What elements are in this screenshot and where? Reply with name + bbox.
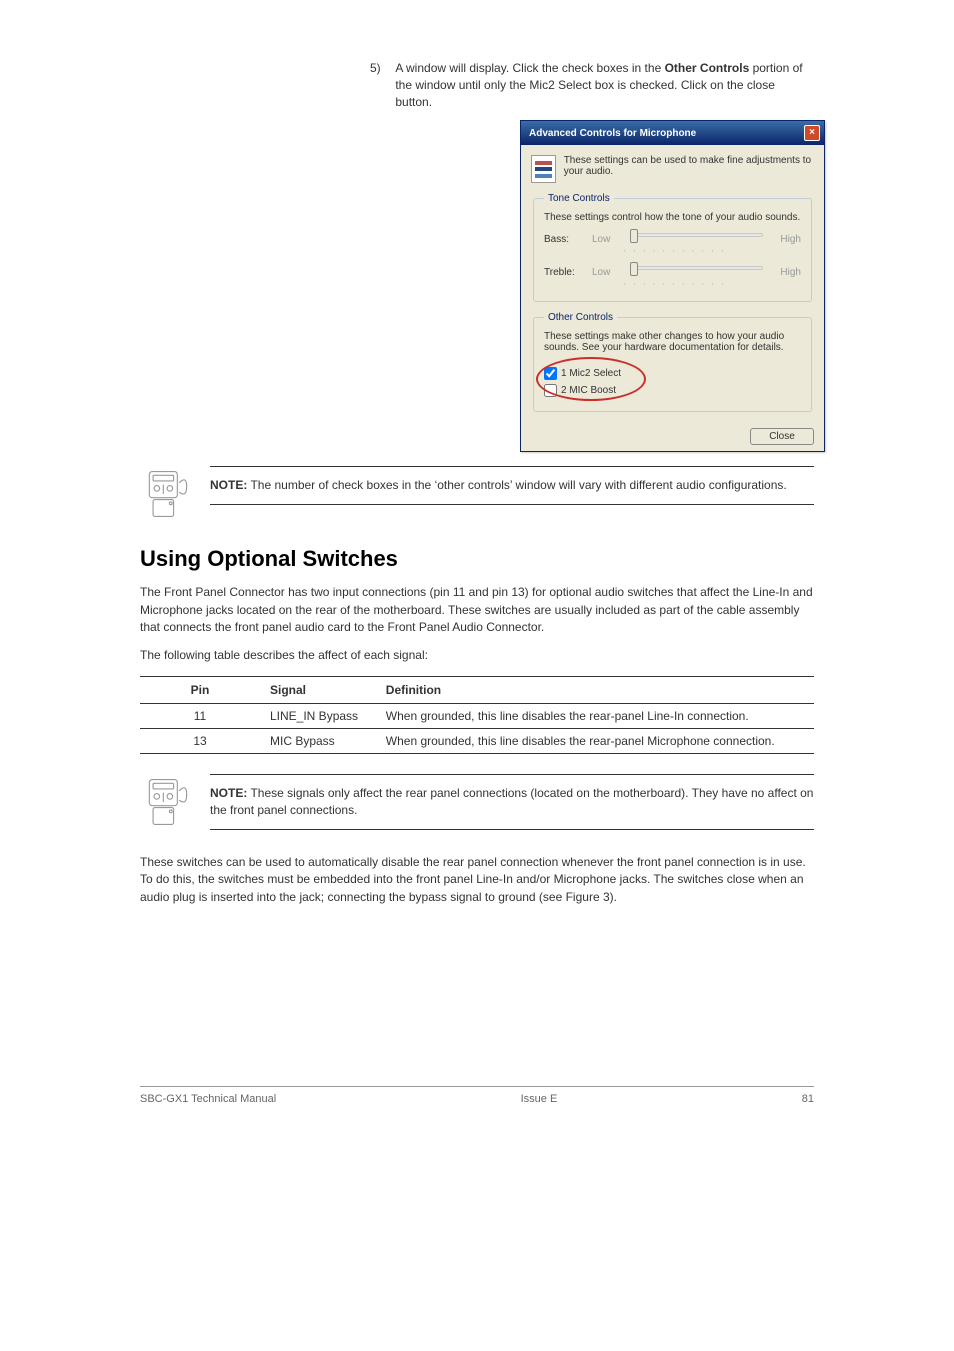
bass-high: High <box>773 234 801 245</box>
other-desc: These settings make other changes to how… <box>544 331 801 353</box>
footer-issue: Issue E <box>521 1093 558 1105</box>
section-heading: Using Optional Switches <box>140 546 814 572</box>
bass-ticks: ' ' ' ' ' ' ' ' ' ' ' <box>624 249 801 258</box>
treble-ticks: ' ' ' ' ' ' ' ' ' ' ' <box>624 282 801 291</box>
note2-text: These signals only affect the rear panel… <box>210 786 813 817</box>
legend-other-controls: Other Controls <box>544 312 617 323</box>
tone-desc: These settings control how the tone of y… <box>544 212 801 223</box>
dialog-footer: Close <box>531 422 814 445</box>
para-3: These switches can be used to automatica… <box>140 854 814 906</box>
para-2: The following table describes the affect… <box>140 647 814 664</box>
robot-icon <box>140 774 196 830</box>
footer-manual: SBC-GX1 Technical Manual <box>140 1093 276 1105</box>
step-5: 5) A window will display. Click the chec… <box>370 60 810 110</box>
treble-low: Low <box>592 267 620 278</box>
footer-page: 81 <box>802 1093 814 1105</box>
dialog-intro: These settings can be used to make fine … <box>531 155 814 183</box>
cell-definition: When grounded, this line disables the re… <box>376 728 814 753</box>
cell-pin: 11 <box>140 703 260 728</box>
table-row: 11 LINE_IN Bypass When grounded, this li… <box>140 703 814 728</box>
note2-label: NOTE: <box>210 786 247 800</box>
robot-icon <box>140 466 196 522</box>
step-text: A window will display. Click the check b… <box>395 60 809 110</box>
step-number: 5) <box>370 60 392 77</box>
signal-table: Pin Signal Definition 11 LINE_IN Bypass … <box>140 676 814 754</box>
cell-signal: MIC Bypass <box>260 728 376 753</box>
dialog-advanced-controls: Advanced Controls for Microphone × These… <box>520 120 825 452</box>
treble-slider[interactable]: Treble: Low High <box>544 264 801 280</box>
checkbox-mic2-label: 1 Mic2 Select <box>561 368 621 379</box>
treble-thumb[interactable] <box>630 262 638 276</box>
step-text-a: A window will display. Click the check b… <box>395 61 664 75</box>
th-signal: Signal <box>260 676 376 703</box>
checkbox-mic2-select[interactable] <box>544 367 557 380</box>
dialog-intro-text: These settings can be used to make fine … <box>564 155 814 183</box>
para-1: The Front Panel Connector has two input … <box>140 584 814 636</box>
th-pin: Pin <box>140 676 260 703</box>
note1-label: NOTE: <box>210 478 247 492</box>
close-button[interactable]: Close <box>750 428 814 445</box>
treble-label: Treble: <box>544 267 582 278</box>
table-header-row: Pin Signal Definition <box>140 676 814 703</box>
bass-slider[interactable]: Bass: Low High <box>544 231 801 247</box>
checkbox-mic-boost-label: 2 MIC Boost <box>561 385 616 396</box>
bass-label: Bass: <box>544 234 582 245</box>
note-1: NOTE: The number of check boxes in the ‘… <box>140 466 814 522</box>
dialog-title: Advanced Controls for Microphone <box>529 128 696 139</box>
dialog-titlebar: Advanced Controls for Microphone × <box>521 121 824 145</box>
checkbox-mic-boost[interactable] <box>544 384 557 397</box>
bass-thumb[interactable] <box>630 229 638 243</box>
bass-low: Low <box>592 234 620 245</box>
note1-text: The number of check boxes in the ‘other … <box>247 478 786 492</box>
cell-pin: 13 <box>140 728 260 753</box>
fieldset-tone-controls: Tone Controls These settings control how… <box>533 193 812 302</box>
cell-signal: LINE_IN Bypass <box>260 703 376 728</box>
cell-definition: When grounded, this line disables the re… <box>376 703 814 728</box>
note-2: NOTE: These signals only affect the rear… <box>140 774 814 830</box>
fieldset-other-controls: Other Controls These settings make other… <box>533 312 812 412</box>
legend-tone-controls: Tone Controls <box>544 193 614 204</box>
mixer-icon <box>531 155 556 183</box>
step-text-bold: Other Controls <box>665 61 750 75</box>
page-footer: SBC-GX1 Technical Manual Issue E 81 <box>140 1086 814 1105</box>
table-row: 13 MIC Bypass When grounded, this line d… <box>140 728 814 753</box>
treble-high: High <box>773 267 801 278</box>
th-definition: Definition <box>376 676 814 703</box>
close-icon[interactable]: × <box>804 125 820 141</box>
